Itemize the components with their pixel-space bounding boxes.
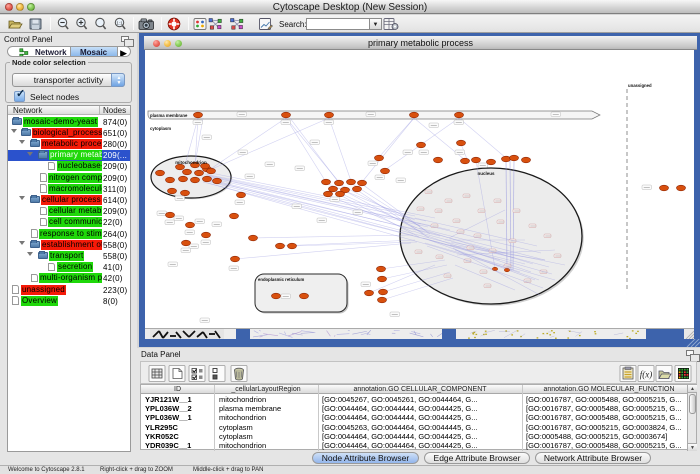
svg-text:endoplasmic reticulum: endoplasmic reticulum (258, 277, 305, 282)
svg-text:f(x): f(x) (640, 370, 653, 380)
svg-text:nucleus: nucleus (477, 171, 495, 176)
svg-text:mitochondrion: mitochondrion (175, 160, 207, 165)
svg-text:plasma membrane: plasma membrane (150, 113, 188, 118)
svg-text:1:1: 1:1 (116, 20, 123, 25)
svg-text:cytoplasm: cytoplasm (150, 126, 171, 131)
svg-text:unassigned: unassigned (628, 83, 652, 88)
